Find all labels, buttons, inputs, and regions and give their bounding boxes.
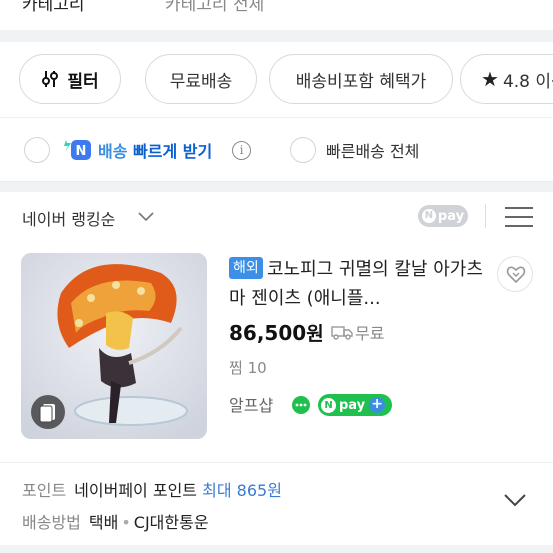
fast-delivery-n-icon: N [64, 140, 91, 160]
section-gap [0, 30, 553, 42]
point-label: 포인트 [22, 481, 67, 500]
point-source: 네이버페이 포인트 [74, 481, 198, 500]
shipping-included-label: 배송비포함 혜택가 [295, 71, 427, 92]
product-price: 86,500원 [229, 319, 324, 346]
delivery-type: 택배 [88, 513, 119, 532]
svg-text:N: N [76, 144, 87, 159]
wishlist-button[interactable] [497, 256, 533, 292]
info-icon[interactable]: i [232, 141, 251, 160]
free-shipping-label: 무료배송 [169, 71, 233, 92]
section-gap [0, 545, 553, 553]
overseas-badge: 해외 [229, 257, 263, 279]
star-icon: ★ [481, 67, 499, 91]
fast-delivery-radio[interactable] [24, 137, 50, 163]
truck-icon [331, 326, 353, 340]
section-gap [0, 182, 553, 192]
divider [0, 117, 553, 118]
sort-dropdown[interactable]: 네이버 랭킹순 [22, 206, 115, 230]
price-value: 86,500 [229, 321, 307, 345]
npay-plus-badge: N pay + [318, 394, 392, 416]
filter-button[interactable]: 필터 [19, 54, 121, 104]
fast-delivery-all-radio[interactable] [290, 137, 316, 163]
npay-filter-label: pay [437, 208, 465, 224]
delivery-label: 배송방법 [22, 513, 81, 532]
wish-count: 찜 10 [229, 359, 267, 377]
fast-delivery-label[interactable]: 배송 빠르게 받기 [98, 138, 212, 162]
list-view-icon[interactable] [505, 206, 533, 228]
npay-n-icon: N [421, 209, 436, 223]
delivery-carrier: CJ대한통운 [133, 513, 209, 532]
npay-plus-label: pay [339, 397, 366, 413]
shipping-fee: 무료 [355, 324, 385, 343]
plus-icon: + [369, 397, 386, 413]
chevron-down-icon[interactable] [503, 493, 527, 509]
fast-delivery-row: N 배송 빠르게 받기 i 빠른배송 전체 [0, 130, 553, 170]
npay-n-icon: N [321, 397, 336, 413]
free-shipping-chip[interactable]: 무료배송 [145, 54, 257, 104]
vertical-divider [485, 204, 486, 228]
category-label: 카테고리 [22, 0, 85, 15]
seller-name[interactable]: 알프샵 [229, 392, 273, 416]
separator-dot: • [121, 513, 131, 532]
shipping-included-price-chip[interactable]: 배송비포함 혜택가 [269, 54, 453, 104]
product-list: 네이버 랭킹순 N pay 코노피그 귀멸의 칼날 아가츠마 젠이츠 (애니플.… [0, 192, 553, 462]
image-stack-icon[interactable] [31, 395, 65, 429]
talk-chat-icon[interactable] [291, 395, 311, 415]
point-max: 최대 865원 [202, 481, 282, 500]
sliders-icon [41, 70, 59, 88]
filter-card: 필터 무료배송 배송비포함 혜택가 ★ 4.8 이상 N 배송 빠르게 받기 i… [0, 42, 553, 182]
fast-delivery-label-part1: 배송 [98, 142, 128, 161]
delivery-row: 배송방법 택배 • CJ대한통운 [22, 509, 209, 533]
npay-filter-toggle[interactable]: N pay [418, 205, 468, 227]
filter-chip-row: 필터 무료배송 배송비포함 혜택가 ★ 4.8 이상 [0, 54, 553, 104]
price-currency: 원 [306, 323, 324, 345]
category-header-strip: 카테고리 카테고리 전체 [0, 0, 553, 30]
product-benefits: 포인트 네이버페이 포인트 최대 865원 배송방법 택배 • CJ대한통운 [0, 462, 553, 545]
product-title[interactable]: 코노피그 귀멸의 칼날 아가츠마 젠이츠 (애니플... [229, 255, 489, 313]
chevron-down-icon[interactable] [138, 212, 154, 222]
fast-delivery-label-part2: 빠르게 받기 [133, 142, 213, 161]
point-row: 포인트 네이버페이 포인트 최대 865원 [22, 477, 282, 501]
rating-chip[interactable]: ★ 4.8 이상 [460, 54, 553, 104]
fast-delivery-all-label[interactable]: 빠른배송 전체 [326, 138, 419, 162]
category-all-label: 카테고리 전체 [165, 0, 265, 15]
rating-label: 4.8 이상 [502, 71, 553, 92]
heart-icon [506, 266, 526, 284]
product-thumbnail[interactable] [21, 253, 207, 439]
sort-row: 네이버 랭킹순 N pay [0, 192, 553, 242]
filter-label: 필터 [67, 71, 99, 92]
